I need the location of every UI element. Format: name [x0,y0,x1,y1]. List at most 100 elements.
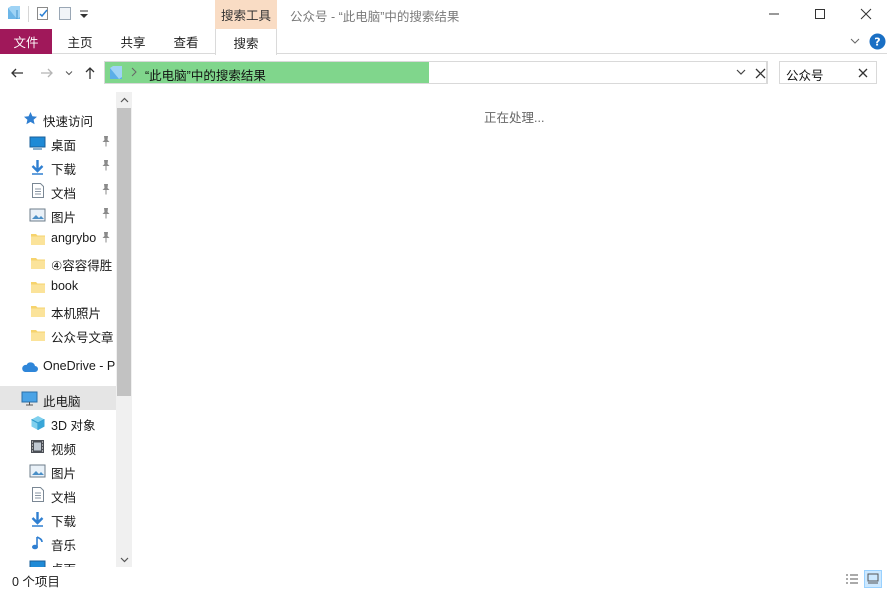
chevron-down-icon [736,69,746,75]
stop-search-button[interactable] [751,61,769,85]
nav-item[interactable]: 下载 [0,506,116,530]
scroll-down-button[interactable] [116,551,132,567]
folder-icon [29,254,46,271]
new-folder-icon[interactable] [57,5,73,24]
properties-icon[interactable] [35,5,51,24]
nav-label: angrybo [51,231,97,245]
cloud-icon [21,358,38,375]
processing-text: 正在处理... [484,111,545,125]
file-list-area[interactable]: 正在处理... [132,92,887,567]
title-bar: 搜索工具 公众号 - “此电脑”中的搜索结果 [0,0,887,29]
scroll-thumb[interactable] [117,108,131,396]
address-dropdown-button[interactable] [735,66,747,81]
status-bar: 0 个项目 [0,568,887,590]
chevron-down-icon [850,38,860,44]
up-button[interactable] [80,61,100,85]
pin-icon[interactable] [101,183,111,198]
nav-item[interactable]: 桌面 [0,130,116,154]
pin-icon[interactable] [101,159,111,174]
close-icon [755,68,765,78]
nav-label: 音乐 [51,539,77,553]
context-tab-search-tools: 搜索工具 [215,0,277,29]
minimize-icon [769,13,779,15]
nav-label: 下载 [51,163,77,177]
chevron-up-icon [120,97,128,102]
desktop-icon [29,134,46,151]
pin-icon[interactable] [101,159,111,171]
scroll-up-button[interactable] [116,92,132,108]
nav-item[interactable]: 桌面 [0,554,116,567]
folder-icon [29,230,46,247]
nav-item[interactable]: 文档 [0,178,116,202]
maximize-button[interactable] [797,0,843,28]
document-icon [29,182,46,199]
maximize-icon [815,9,825,19]
close-icon [860,8,872,20]
nav-item[interactable]: 下载 [0,154,116,178]
tab-search[interactable]: 搜索 [215,29,277,55]
quick-access-toolbar [6,4,89,24]
folder-icon [29,326,46,343]
large-icons-view-button[interactable] [864,570,882,588]
nav-item[interactable]: 3D 对象 [0,410,116,434]
chevron-down-icon [120,557,128,562]
nav-item[interactable]: angrybo [0,226,116,250]
video-icon [29,438,46,455]
nav-label: 快速访问 [43,115,94,129]
clear-search-button[interactable] [858,67,868,81]
nav-label: 公众号文章 [51,331,114,345]
recent-locations-button[interactable] [62,61,76,85]
desktop-icon [29,558,46,567]
svg-text:?: ? [874,36,880,49]
pin-icon[interactable] [101,207,111,219]
pin-icon[interactable] [101,135,111,150]
tab-file[interactable]: 文件 [0,29,52,54]
nav-item[interactable]: 音乐 [0,530,116,554]
forward-button[interactable] [36,61,58,85]
nav-this-pc[interactable]: 此电脑 [0,386,116,410]
nav-item[interactable]: 本机照片 [0,298,116,322]
tab-home[interactable]: 主页 [56,29,104,54]
close-window-button[interactable] [843,0,887,28]
nav-label: 图片 [51,467,77,481]
nav-label: 桌面 [51,559,76,567]
toolbar-separator [28,6,29,22]
nav-item[interactable]: 视频 [0,434,116,458]
nav-item[interactable]: 图片 [0,202,116,226]
nav-onedrive[interactable]: OneDrive - P [0,354,116,378]
breadcrumb-chevron-icon[interactable] [130,66,138,81]
search-input[interactable]: 公众号 [779,61,877,84]
nav-item[interactable]: 公众号文章 [0,322,116,346]
tab-view[interactable]: 查看 [162,29,210,54]
address-bar[interactable]: “此电脑”中的搜索结果 [104,61,767,84]
download-icon [29,158,46,175]
nav-item[interactable]: 图片 [0,458,116,482]
expand-ribbon-button[interactable] [848,34,862,51]
arrow-right-icon [41,68,53,78]
cube-icon [29,414,46,431]
pin-icon[interactable] [101,207,111,222]
nav-item[interactable]: ④容容得胜 [0,250,116,274]
customize-toolbar-icon[interactable] [79,5,89,24]
nav-label: book [51,279,79,293]
pin-icon[interactable] [101,183,111,195]
large-icons-view-icon [867,573,879,584]
picture-icon [29,462,46,479]
tab-share[interactable]: 共享 [108,29,158,54]
ribbon-tabs: 文件 主页 共享 查看 搜索 ? [0,29,887,55]
help-icon: ? [869,33,886,50]
nav-item[interactable]: 文档 [0,482,116,506]
minimize-button[interactable] [751,0,797,28]
folder-icon [29,302,46,319]
nav-quick-access[interactable]: 快速访问 [0,106,116,130]
pin-icon[interactable] [101,231,111,246]
pin-icon[interactable] [101,231,111,243]
back-button[interactable] [6,61,28,85]
nav-label: 本机照片 [51,307,102,321]
nav-scrollbar[interactable] [116,92,132,567]
details-view-button[interactable] [843,570,861,588]
music-icon [29,534,46,551]
nav-item[interactable]: book [0,274,116,298]
pin-icon[interactable] [101,135,111,147]
help-button[interactable]: ? [869,33,886,53]
